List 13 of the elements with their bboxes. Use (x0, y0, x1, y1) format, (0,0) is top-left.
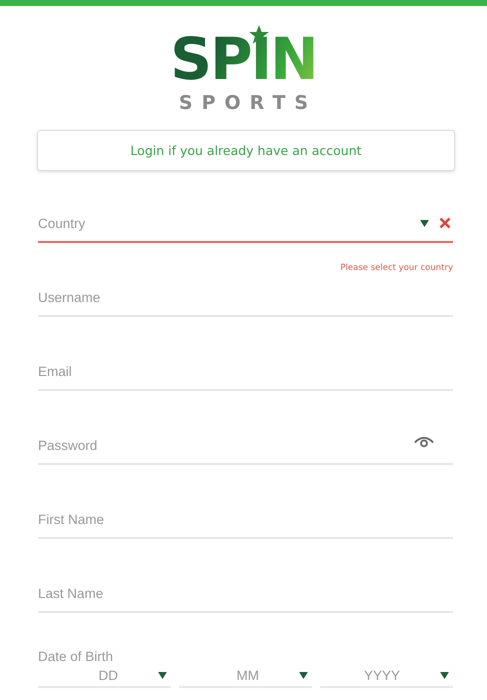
login-button[interactable]: Login if you already have an account (37, 130, 455, 171)
date-select[interactable]: DD (38, 664, 171, 688)
date-select[interactable]: MM (179, 664, 312, 688)
caret-icon (440, 672, 449, 678)
error-message: Please select your country (339, 263, 453, 275)
input-field[interactable]: Country (38, 205, 453, 243)
date-select[interactable]: YYYY (320, 664, 453, 688)
caret-icon (420, 220, 429, 226)
caret-icon (158, 672, 167, 678)
field-label: Date of Birth (38, 649, 114, 664)
error-icon (439, 217, 451, 229)
caret-icon (299, 672, 308, 678)
logo-subtitle: SPORTS (178, 92, 318, 114)
